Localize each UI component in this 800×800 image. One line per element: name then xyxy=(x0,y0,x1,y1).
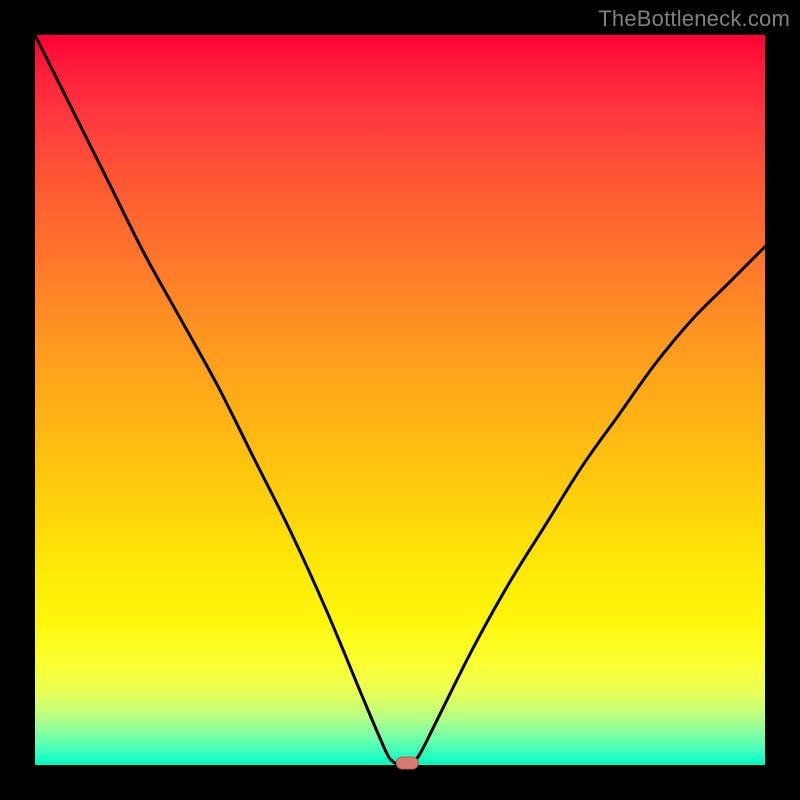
curve-line xyxy=(35,35,765,765)
plot-area xyxy=(35,35,765,765)
bottleneck-curve xyxy=(35,35,765,765)
minimum-marker xyxy=(396,757,418,769)
attribution-label: TheBottleneck.com xyxy=(598,6,790,32)
chart-frame: TheBottleneck.com xyxy=(0,0,800,800)
